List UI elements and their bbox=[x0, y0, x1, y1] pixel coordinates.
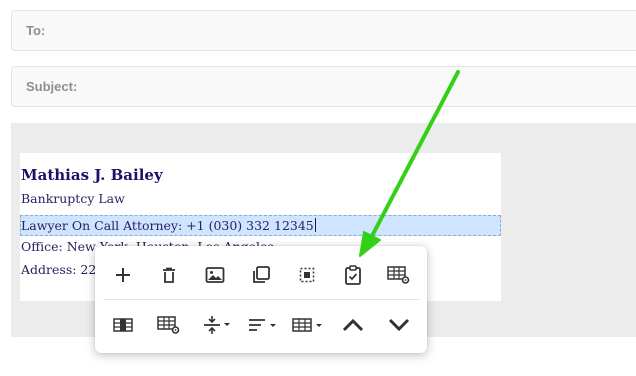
duplicate-icon bbox=[253, 266, 270, 283]
columns-icon bbox=[113, 318, 133, 332]
move-up-button[interactable] bbox=[336, 308, 370, 342]
paste-button[interactable] bbox=[336, 258, 370, 292]
signature-phone-text: Lawyer On Call Attorney: +1 (030) 332 12… bbox=[21, 218, 314, 233]
delete-button[interactable] bbox=[152, 258, 186, 292]
to-label: To: bbox=[26, 23, 46, 38]
text-caret bbox=[314, 218, 316, 232]
table-settings-icon bbox=[387, 266, 410, 284]
image-icon bbox=[205, 267, 225, 283]
signature-name[interactable]: Mathias J. Bailey bbox=[21, 166, 163, 184]
move-down-button[interactable] bbox=[382, 308, 416, 342]
vertical-spacing-button[interactable] bbox=[198, 308, 234, 342]
add-icon bbox=[116, 268, 130, 282]
move-down-icon bbox=[388, 318, 410, 332]
signature-phone[interactable]: Lawyer On Call Attorney: +1 (030) 332 12… bbox=[21, 218, 316, 233]
columns-button[interactable] bbox=[106, 308, 140, 342]
table-layout-button[interactable] bbox=[290, 308, 326, 342]
select-all-icon bbox=[299, 267, 315, 283]
signature-title[interactable]: Bankruptcy Law bbox=[21, 191, 125, 206]
select-all-button[interactable] bbox=[290, 258, 324, 292]
vertical-spacing-icon bbox=[204, 316, 230, 334]
to-field[interactable]: To: bbox=[11, 10, 636, 51]
add-button[interactable] bbox=[106, 258, 140, 292]
align-button[interactable] bbox=[244, 308, 280, 342]
table-settings-button[interactable] bbox=[382, 258, 416, 292]
subject-field[interactable]: Subject: bbox=[11, 66, 636, 107]
delete-icon bbox=[163, 267, 175, 283]
cell-settings-icon bbox=[157, 316, 180, 334]
move-up-icon bbox=[342, 318, 364, 332]
cell-settings-button[interactable] bbox=[152, 308, 186, 342]
context-toolbar bbox=[95, 246, 427, 353]
duplicate-button[interactable] bbox=[244, 258, 278, 292]
selected-row[interactable]: Lawyer On Call Attorney: +1 (030) 332 12… bbox=[20, 215, 501, 236]
paste-icon bbox=[345, 265, 361, 285]
align-icon bbox=[249, 319, 276, 331]
signature-address[interactable]: Address: 22 bbox=[21, 262, 96, 277]
toolbar-divider bbox=[103, 299, 419, 300]
subject-label: Subject: bbox=[26, 79, 78, 94]
table-layout-icon bbox=[292, 318, 322, 332]
image-button[interactable] bbox=[198, 258, 232, 292]
